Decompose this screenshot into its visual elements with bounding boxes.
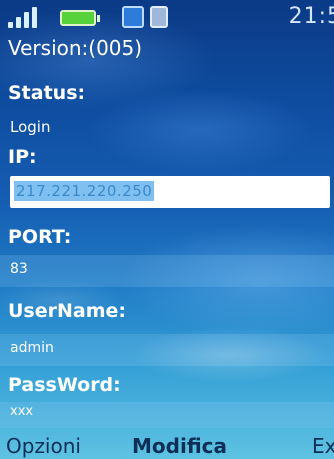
ip-input-value: 217.221.220.250 (14, 181, 155, 201)
edit-softkey[interactable]: Modifica (132, 434, 227, 458)
status-bar: 21:5 (0, 0, 334, 34)
username-label: UserName: (8, 300, 126, 322)
username-value: admin (10, 340, 54, 356)
username-input[interactable]: admin (0, 334, 334, 366)
message-icon (122, 6, 144, 28)
ip-label: IP: (8, 146, 37, 168)
password-input[interactable]: xxx (0, 402, 334, 428)
password-label: PassWord: (8, 374, 121, 396)
phone-screen: 21:5 Version:(005) Status: Login IP: 217… (0, 0, 334, 459)
softkey-bar: Opzioni Modifica Ex (0, 432, 334, 459)
port-input[interactable]: 83 (0, 255, 334, 287)
password-value: xxx (10, 404, 34, 419)
battery-icon (60, 10, 100, 26)
version-label: Version:(005) (8, 36, 143, 60)
signal-bars-icon (8, 6, 48, 28)
status-label: Status: (8, 82, 86, 104)
options-softkey[interactable]: Opzioni (6, 434, 81, 458)
ip-input[interactable]: 217.221.220.250 (10, 176, 330, 208)
exit-softkey[interactable]: Ex (312, 434, 334, 458)
status-value: Login (10, 118, 51, 136)
port-label: PORT: (8, 226, 72, 248)
clock: 21:5 (288, 4, 334, 29)
port-value: 83 (10, 261, 28, 277)
app-status-icon (150, 6, 168, 28)
